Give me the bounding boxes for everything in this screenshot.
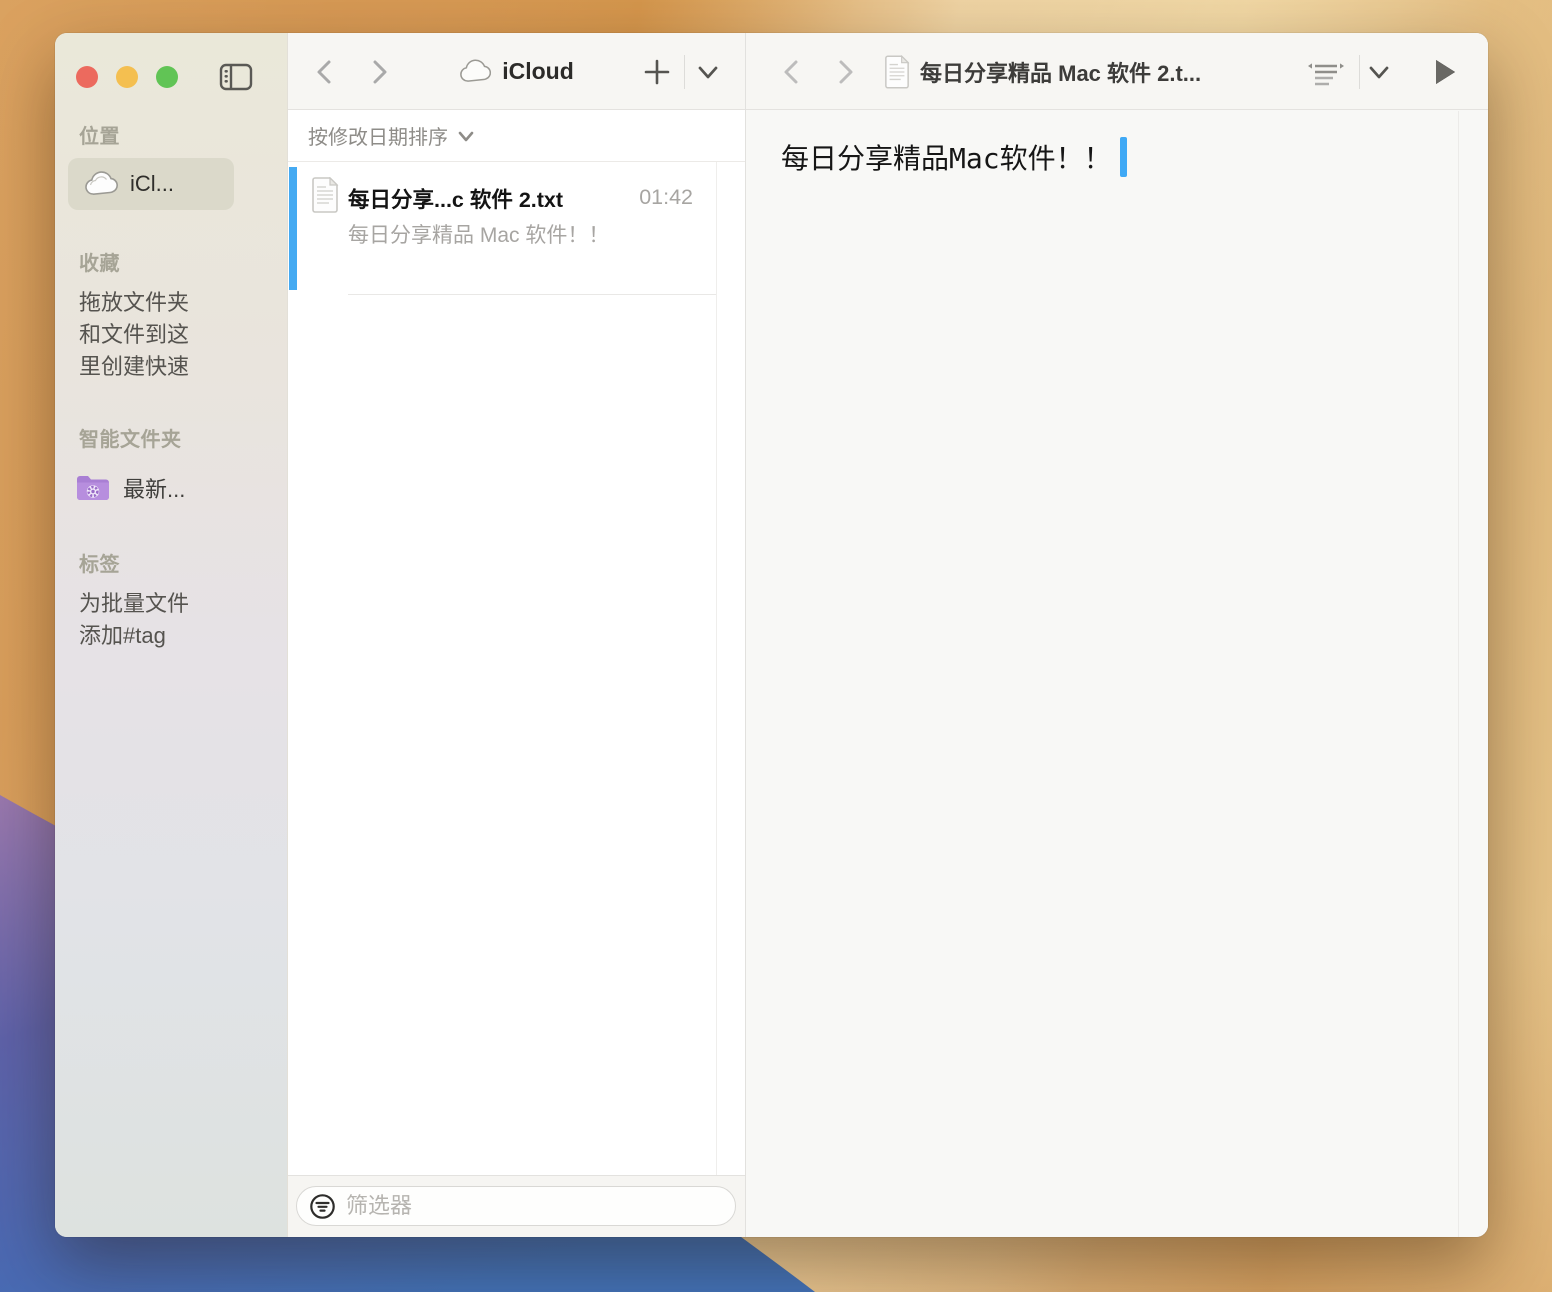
editor-pane: 每日分享精品 Mac 软件 2.t... xyxy=(745,33,1488,1237)
outline-button[interactable] xyxy=(1306,58,1346,88)
folder-title-label: iCloud xyxy=(502,58,574,85)
window-controls xyxy=(76,61,253,93)
document-title-group: 每日分享精品 Mac 软件 2.t... xyxy=(884,33,1201,110)
plus-icon xyxy=(642,57,672,87)
back-button[interactable] xyxy=(777,57,807,87)
zoom-window-button[interactable] xyxy=(156,66,178,88)
document-icon xyxy=(884,55,910,89)
outline-indent-icon xyxy=(1306,58,1346,88)
favorites-hint-text: 拖放文件夹 和文件到这 里创建快速 xyxy=(79,287,189,383)
chevron-left-icon xyxy=(777,57,807,87)
sort-order-button[interactable]: 按修改日期排序 xyxy=(288,110,745,162)
sidebar-item-icloud[interactable]: iCl... xyxy=(68,158,234,210)
file-name: 每日分享...c 软件 2.txt xyxy=(348,183,563,214)
file-list-item[interactable]: 每日分享...c 软件 2.txt 01:42 每日分享精品 Mac 软件！！ xyxy=(288,162,717,295)
text-editor-area[interactable]: 每日分享精品Mac软件！！ xyxy=(746,111,1488,1237)
list-scrollbar-gutter xyxy=(716,162,717,1175)
sidebar-toggle-icon xyxy=(219,63,253,91)
folder-title[interactable]: iCloud xyxy=(288,33,745,110)
tags-hint-text: 为批量文件 添加#tag xyxy=(79,588,189,652)
sidebar-item-label: 最新... xyxy=(123,472,185,504)
sidebar-item-smart-folder[interactable]: 最新... xyxy=(75,465,185,511)
sidebar-toggle-button[interactable] xyxy=(219,63,253,91)
filter-input[interactable] xyxy=(346,1193,706,1219)
chevron-right-icon xyxy=(830,57,860,87)
forward-button[interactable] xyxy=(830,57,860,87)
filter-icon xyxy=(309,1193,336,1220)
file-list: 每日分享...c 软件 2.txt 01:42 每日分享精品 Mac 软件！！ xyxy=(288,162,745,1175)
editor-scrollbar-gutter xyxy=(1458,111,1459,1237)
text-cursor xyxy=(1120,137,1127,177)
locations-section-header: 位置 xyxy=(79,120,120,149)
file-list-pane: iCloud 按修改日期排序 xyxy=(287,33,745,1237)
file-preview-text: 每日分享精品 Mac 软件！！ xyxy=(348,219,609,249)
smart-folders-section-header: 智能文件夹 xyxy=(79,423,182,452)
editor-toolbar: 每日分享精品 Mac 软件 2.t... xyxy=(746,33,1488,110)
toolbar-divider xyxy=(684,55,685,89)
document-icon xyxy=(311,177,339,213)
sort-order-label: 按修改日期排序 xyxy=(308,121,448,150)
more-options-button[interactable] xyxy=(695,60,721,84)
chevron-down-icon xyxy=(1366,60,1392,84)
new-document-button[interactable] xyxy=(642,57,672,87)
more-options-button[interactable] xyxy=(1366,60,1392,84)
filter-bar xyxy=(288,1175,745,1237)
document-title: 每日分享精品 Mac 软件 2.t... xyxy=(920,56,1201,88)
favorites-section-header: 收藏 xyxy=(79,247,120,276)
chevron-down-icon xyxy=(695,60,721,84)
smart-folder-icon xyxy=(75,473,111,503)
filter-field-container[interactable] xyxy=(296,1186,736,1226)
app-window: 位置 iCl... 收藏 拖放文件夹 和文件到这 里创建快速 智能文件夹 最新.… xyxy=(55,33,1488,1237)
close-window-button[interactable] xyxy=(76,66,98,88)
selection-indicator xyxy=(289,167,297,290)
run-preview-button[interactable] xyxy=(1433,58,1457,86)
cloud-icon xyxy=(459,59,493,84)
play-icon xyxy=(1433,58,1457,86)
chevron-down-icon xyxy=(456,127,476,145)
row-separator xyxy=(348,294,717,295)
tags-section-header: 标签 xyxy=(79,548,120,577)
toolbar-divider xyxy=(1359,55,1360,89)
editor-text: 每日分享精品Mac软件！！ xyxy=(781,137,1112,177)
sidebar: 位置 iCl... 收藏 拖放文件夹 和文件到这 里创建快速 智能文件夹 最新.… xyxy=(55,33,287,1237)
minimize-window-button[interactable] xyxy=(116,66,138,88)
sidebar-item-label: iCl... xyxy=(130,171,174,197)
cloud-icon xyxy=(84,171,120,197)
file-modified-time: 01:42 xyxy=(639,185,693,210)
file-list-toolbar: iCloud xyxy=(288,33,745,110)
